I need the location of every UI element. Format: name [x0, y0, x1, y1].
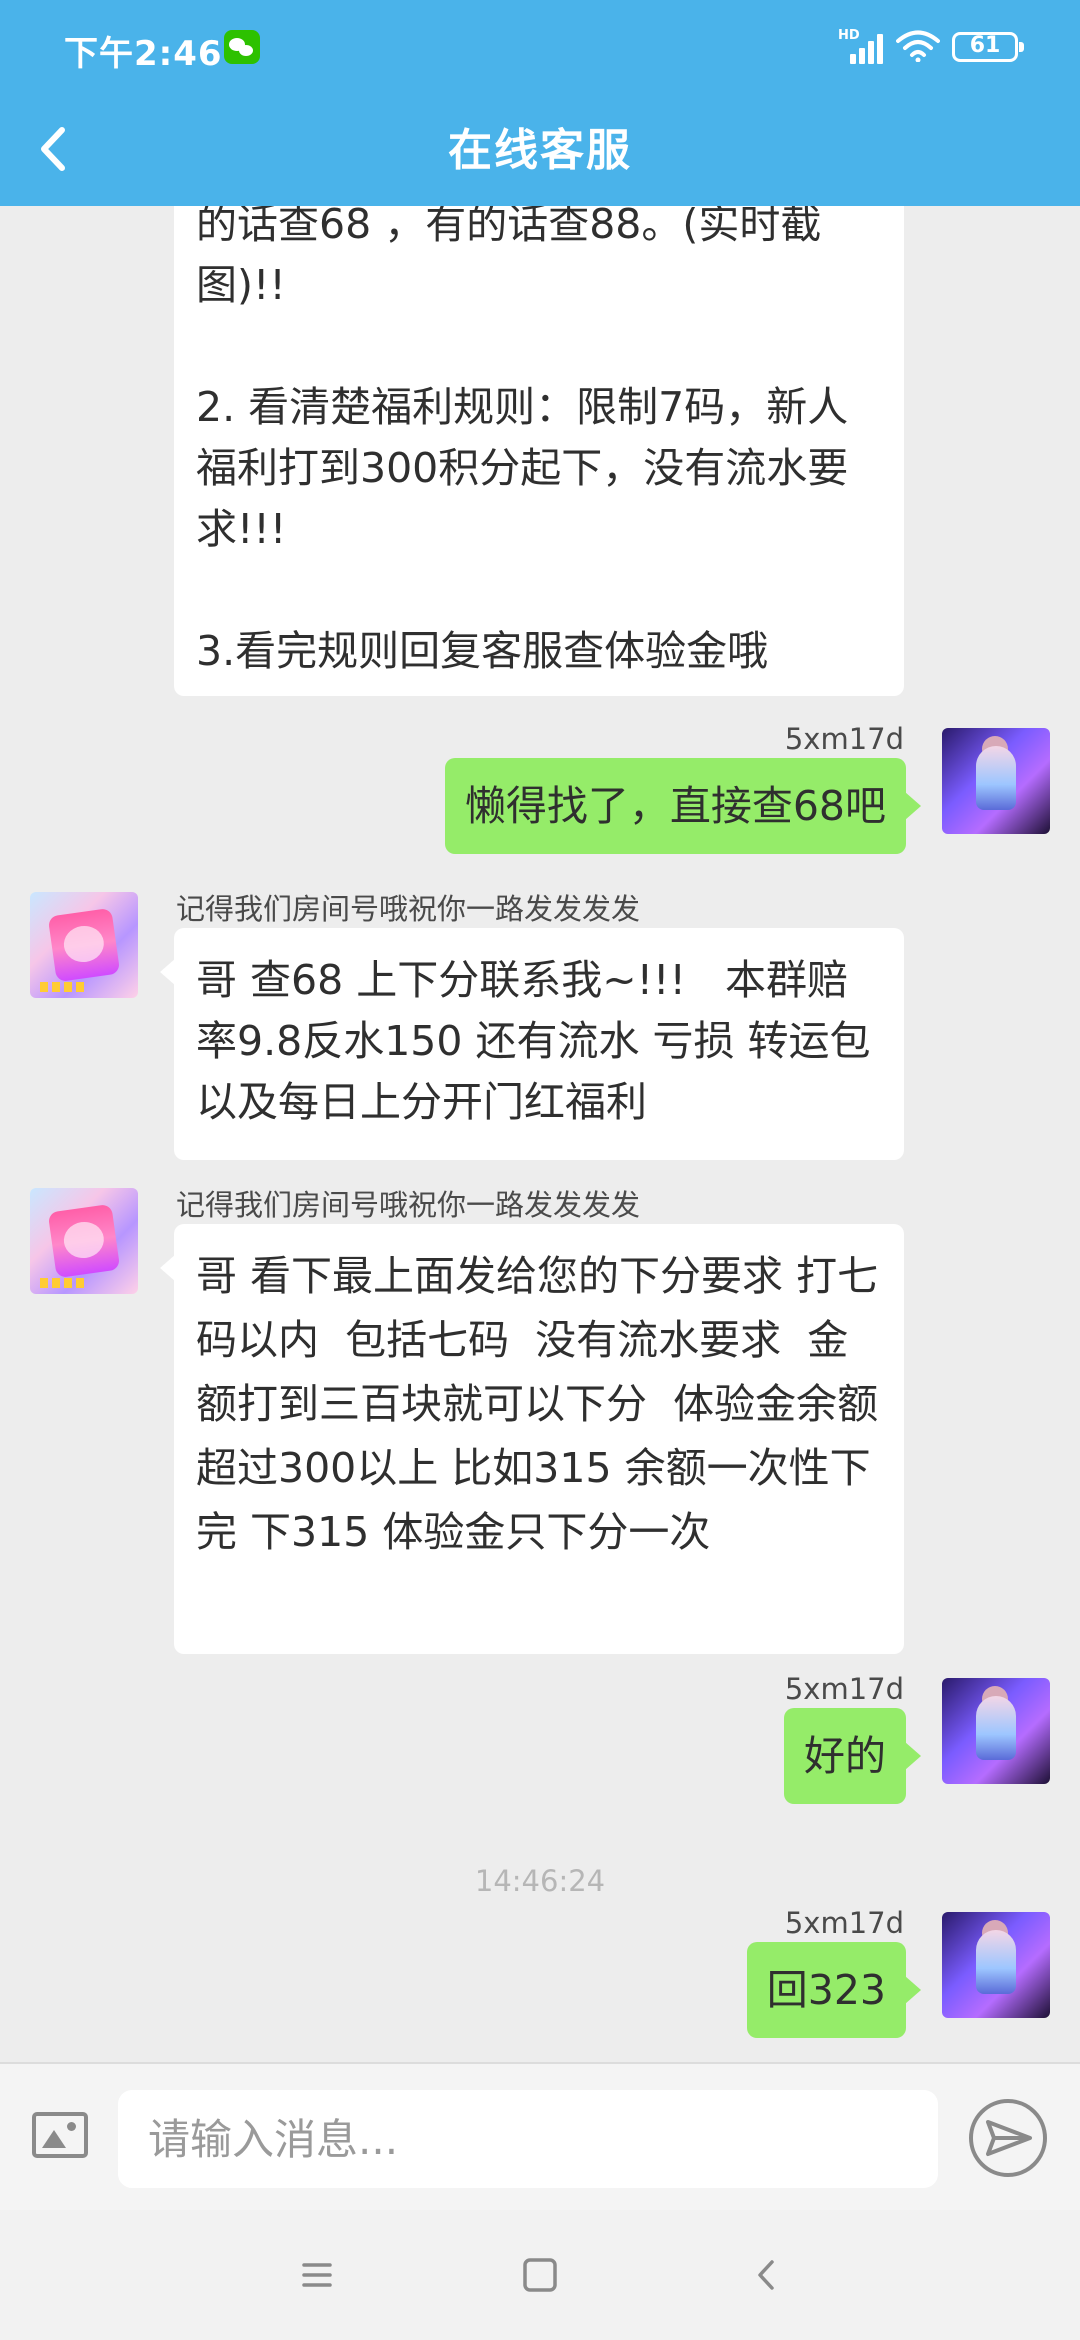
menu-icon[interactable]	[292, 2250, 342, 2300]
outgoing-message[interactable]: 好的	[784, 1708, 921, 1804]
sender-name: 记得我们房间号哦祝你一路发发发发	[176, 1188, 641, 1222]
agent-avatar[interactable]	[30, 892, 138, 998]
back-icon[interactable]	[742, 2250, 792, 2300]
user-avatar[interactable]	[942, 728, 1050, 834]
image-icon[interactable]	[32, 2112, 88, 2158]
header-nav: 在线客服	[0, 96, 1080, 206]
battery-icon: 61	[952, 32, 1024, 62]
signal-icon	[840, 30, 884, 64]
outgoing-message[interactable]: 懒得找了，直接查68吧	[444, 758, 922, 854]
status-time: 下午2:46	[64, 34, 223, 74]
outgoing-message[interactable]: 回323	[746, 1942, 922, 2038]
wifi-icon	[896, 30, 940, 62]
incoming-message[interactable]: 哥 查68 上下分联系我~!!! 本群赔率9.8反水150 还有流水 亏损 转运…	[160, 928, 904, 1160]
sender-name: 记得我们房间号哦祝你一路发发发发	[176, 892, 641, 926]
sender-name: 5xm17d	[784, 1906, 904, 1940]
sender-name: 5xm17d	[784, 722, 904, 756]
battery-level: 61	[969, 33, 1001, 58]
send-icon[interactable]	[966, 2096, 1050, 2180]
sender-name: 5xm17d	[784, 1672, 904, 1706]
home-icon[interactable]	[515, 2250, 565, 2300]
message-timestamp: 14:46:24	[474, 1864, 606, 1898]
status-bar: 下午2:46 HD 61	[0, 0, 1080, 96]
system-nav-bar	[0, 2210, 1080, 2340]
message-list[interactable]: 的话查68 ，有的话查88。(实时截图)!! 2. 看清楚福利规则：限制7码，新…	[0, 206, 1080, 2062]
incoming-message[interactable]: 哥 看下最上面发给您的下分要求 打七码以内 包括七码 没有流水要求 金额打到三百…	[160, 1224, 904, 1654]
user-avatar[interactable]	[942, 1912, 1050, 2018]
page-title: 在线客服	[448, 125, 632, 176]
message-input[interactable]	[118, 2090, 938, 2188]
wechat-notification-icon	[224, 30, 260, 64]
message-input-bar	[0, 2062, 1080, 2210]
incoming-message[interactable]: 的话查68 ，有的话查88。(实时截图)!! 2. 看清楚福利规则：限制7码，新…	[174, 206, 904, 696]
user-avatar[interactable]	[942, 1678, 1050, 1784]
agent-avatar[interactable]	[30, 1188, 138, 1294]
chat-screen: 下午2:46 HD 61 在线客服 的话查68 ，有的话查88。(实时截图)!!…	[0, 0, 1080, 2340]
top-bar: 下午2:46 HD 61 在线客服	[0, 0, 1080, 206]
